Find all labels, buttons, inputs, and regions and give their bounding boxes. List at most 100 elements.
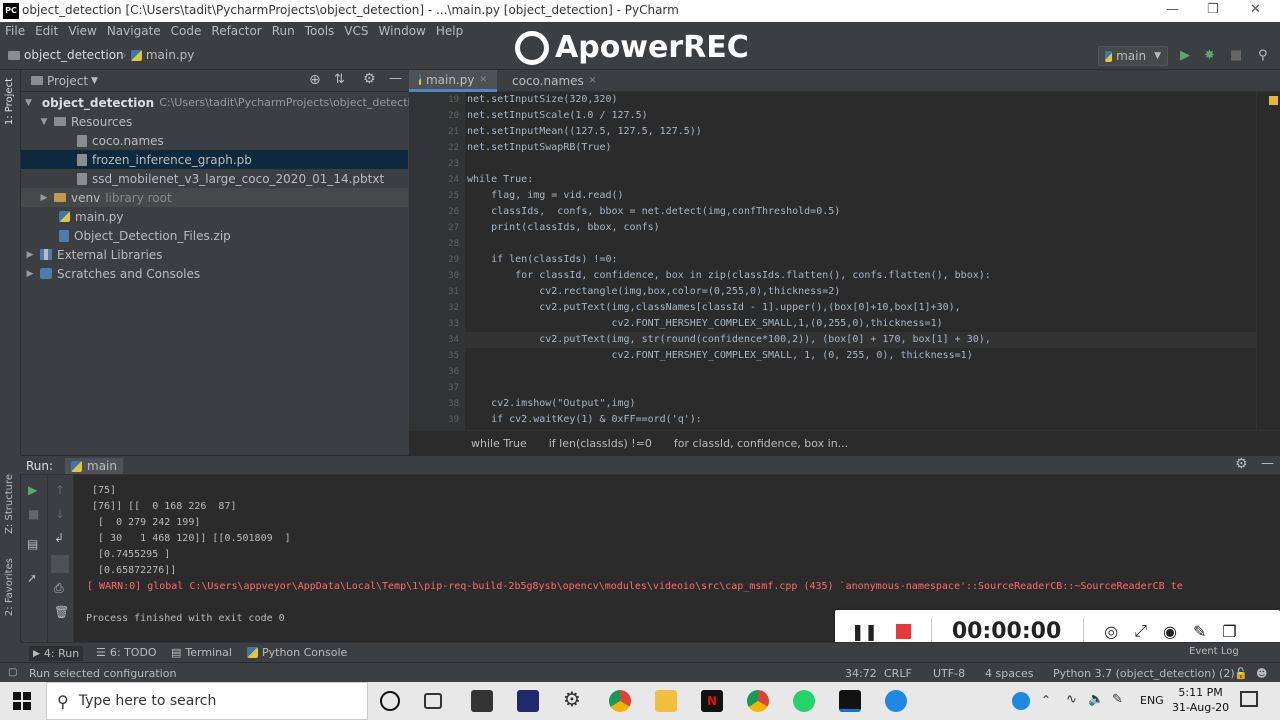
taskbar-clock[interactable]: 5:11 PM 31-Aug-20 [1172,685,1229,715]
whatsapp-icon[interactable] [793,690,815,712]
tab-terminal[interactable]: ▤ Terminal [171,646,232,659]
tree-item-main-py[interactable]: main.py [21,207,408,226]
task-view-icon[interactable] [424,693,442,709]
run-play-icon[interactable]: ▶ [1180,48,1190,63]
run-configuration-select[interactable]: main ▼ [1098,46,1168,66]
up-arrow-icon[interactable]: ↑ [55,483,65,497]
chrome-profile-icon[interactable] [747,690,769,712]
menu-file[interactable]: File [0,22,30,38]
stop-recording-icon[interactable] [895,623,911,639]
tab-coco-names[interactable]: coco.names ✕ [497,70,597,92]
wifi-icon[interactable]: ∿ [1066,692,1077,707]
tree-item-project-root[interactable]: ▼ object_detection C:\Users\tadit\Pychar… [21,93,424,112]
volume-icon[interactable]: 🔈 [1088,692,1104,707]
print-icon[interactable]: ⎙ [54,581,64,596]
inspector-icon[interactable]: ☻ [1256,667,1267,680]
favorites-tool-tab[interactable]: 2: Favorites [4,558,15,616]
down-arrow-icon[interactable]: ↓ [55,507,65,521]
tree-item-scratches[interactable]: ▶ Scratches and Consoles [21,264,408,283]
nav-file-crumb[interactable]: › main.py [122,48,194,62]
indent-setting[interactable]: 4 spaces [985,667,1034,680]
netflix-icon[interactable]: N [701,690,723,712]
close-tab-icon[interactable]: ✕ [479,75,487,85]
tab-todo[interactable]: ☰ 6: TODO [96,646,157,659]
collapse-all-icon[interactable]: ⇅ [334,72,345,87]
help-icon[interactable] [1012,692,1030,710]
search-icon[interactable]: ⚲ [1258,48,1268,63]
taskbar-search[interactable]: ⚲ Type here to search [46,682,368,720]
code-editor[interactable]: 19 20 21 22 23 24 25 26 27 28 29 30 31 32 33 34 35 36 37 38… [409,92,1269,430]
nav-project-crumb[interactable]: object_detection [8,48,124,62]
pen-icon[interactable]: ✎ [1193,622,1206,641]
pen-input-icon[interactable]: ✎ [1112,692,1123,707]
minimize-icon[interactable]: — [1166,2,1179,17]
settings-gear-icon[interactable]: ⚙ [563,687,585,711]
menu-view[interactable]: View [63,22,101,38]
cortana-icon[interactable] [380,691,400,711]
menu-window[interactable]: Window [374,22,431,38]
gear-icon[interactable]: ⚙ [1235,456,1248,472]
close-icon[interactable]: ✕ [1250,2,1261,17]
status-toggle-icon[interactable]: ▢ [8,667,17,678]
menu-edit[interactable]: Edit [30,22,63,38]
tree-item-resources[interactable]: ▼ Resources [21,112,408,131]
notifications-icon[interactable] [1240,691,1258,707]
camera-icon[interactable]: ◉ [1163,622,1177,641]
menu-help[interactable]: Help [431,22,468,38]
visual-studio-icon[interactable] [517,690,539,712]
editor-error-stripe[interactable] [1256,92,1280,430]
language-indicator[interactable]: ENG [1140,694,1164,707]
soft-wrap-icon[interactable]: ↲ [54,531,64,545]
tree-item-coco-names[interactable]: coco.names [21,131,408,150]
apowerrec-taskbar-icon[interactable] [885,690,907,712]
structure-tool-tab[interactable]: Z: Structure [4,474,15,534]
fullscreen-icon[interactable]: ⤢ [1134,621,1147,641]
pin-icon[interactable]: ➚ [27,571,37,585]
layout-icon[interactable]: ▤ [27,537,38,551]
locate-target-icon[interactable]: ⊕ [309,72,321,88]
chevron-down-icon[interactable]: ▼ [91,76,98,86]
gear-icon[interactable]: ⚙ [363,71,376,87]
tree-item-frozen-graph[interactable]: frozen_inference_graph.pb [21,150,408,169]
zoom-icon[interactable]: ◎ [1104,622,1118,641]
menu-run[interactable]: Run [267,22,300,38]
tree-item-external-libraries[interactable]: ▶ External Libraries [21,245,408,264]
tab-main-py[interactable]: main.py ✕ [409,70,497,92]
python-interpreter[interactable]: Python 3.7 (object_detection) (2) [1053,667,1235,680]
breadcrumb-item[interactable]: while True [471,437,527,450]
line-separator[interactable]: CRLF [884,667,912,680]
menu-refactor[interactable]: Refactor [206,22,266,38]
run-tab-main[interactable]: main [65,458,123,474]
menu-vcs[interactable]: VCS [339,22,373,38]
pause-icon[interactable]: ❚❚ [851,622,878,641]
chrome-icon[interactable] [609,690,631,712]
store-icon[interactable] [471,690,493,712]
file-encoding[interactable]: UTF-8 [933,667,965,680]
expand-window-icon[interactable]: ❐ [1222,622,1236,641]
stop-icon[interactable]: ■ [28,507,39,521]
tree-item-pbtxt[interactable]: ssd_mobilenet_v3_large_coco_2020_01_14.p… [21,169,408,188]
tree-item-zip[interactable]: Object_Detection_Files.zip [21,226,408,245]
breadcrumb-item[interactable]: if len(classIds) !=0 [549,437,652,450]
project-tool-tab[interactable]: 1: Project [4,78,15,125]
menu-navigate[interactable]: Navigate [102,22,166,38]
breadcrumb-item[interactable]: for classId, confidence, box in... [674,437,848,450]
tree-item-venv[interactable]: ▶ venv library root [21,188,408,207]
pycharm-taskbar-icon[interactable] [839,690,861,712]
debug-bug-icon[interactable]: ✸ [1204,48,1215,63]
caret-position[interactable]: 34:72 [845,667,877,680]
tab-run[interactable]: ▶ 4: Run [29,646,84,661]
scroll-to-end-icon[interactable] [51,555,69,573]
rerun-icon[interactable]: ▶ [28,483,37,497]
hide-panel-icon[interactable]: — [389,71,402,86]
tab-python-console[interactable]: Python Console [247,646,347,659]
project-panel-title[interactable]: Project [47,74,88,88]
chevron-up-icon[interactable]: ⌃ [1041,693,1051,707]
tab-event-log[interactable]: Event Log [1189,646,1239,657]
menu-tools[interactable]: Tools [300,22,340,38]
windows-start-icon[interactable] [13,692,31,710]
hide-panel-icon[interactable]: — [1261,456,1274,471]
lock-icon[interactable]: 🔓 [1234,667,1248,680]
restore-icon[interactable]: ❐ [1207,2,1219,17]
close-tab-icon[interactable]: ✕ [589,76,597,86]
